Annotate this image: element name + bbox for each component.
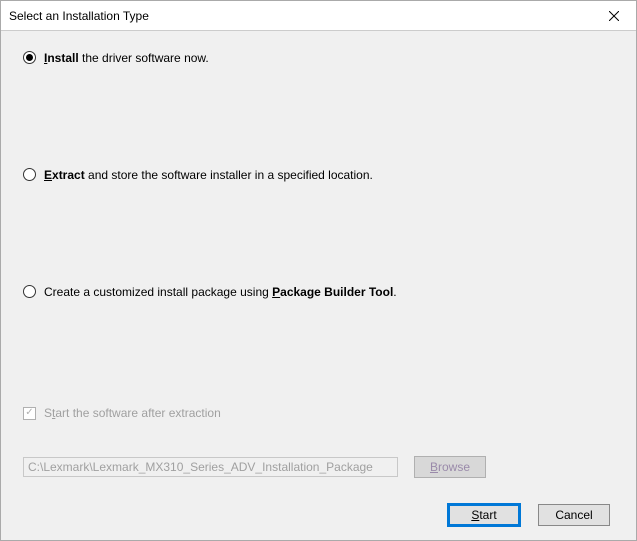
start-after-extract-label: Start the software after extraction xyxy=(44,406,221,420)
start-button[interactable]: Start xyxy=(448,504,520,526)
lower-section: Start the software after extraction Brow… xyxy=(23,406,614,526)
browse-button: Browse xyxy=(414,456,486,478)
option-install[interactable]: Install the driver software now. xyxy=(23,51,614,64)
window-title: Select an Installation Type xyxy=(9,9,149,23)
cancel-button[interactable]: Cancel xyxy=(538,504,610,526)
option-package-label: Create a customized install package usin… xyxy=(44,286,397,298)
option-package[interactable]: Create a customized install package usin… xyxy=(23,285,614,298)
option-extract-label: Extract and store the software installer… xyxy=(44,169,373,181)
radio-extract[interactable] xyxy=(23,168,36,181)
start-after-extract-checkbox xyxy=(23,407,36,420)
start-after-extract-row: Start the software after extraction xyxy=(23,406,614,420)
titlebar: Select an Installation Type xyxy=(1,1,636,31)
close-icon xyxy=(609,11,619,21)
radio-install[interactable] xyxy=(23,51,36,64)
dialog-content: Install the driver software now. Extract… xyxy=(1,31,636,540)
close-button[interactable] xyxy=(591,1,636,30)
radio-package[interactable] xyxy=(23,285,36,298)
path-row: Browse xyxy=(23,456,614,478)
option-install-label: Install the driver software now. xyxy=(44,52,209,64)
extract-path-input xyxy=(23,457,398,477)
option-extract[interactable]: Extract and store the software installer… xyxy=(23,168,614,181)
installer-dialog: Select an Installation Type Install the … xyxy=(0,0,637,541)
dialog-buttons: Start Cancel xyxy=(23,504,614,526)
